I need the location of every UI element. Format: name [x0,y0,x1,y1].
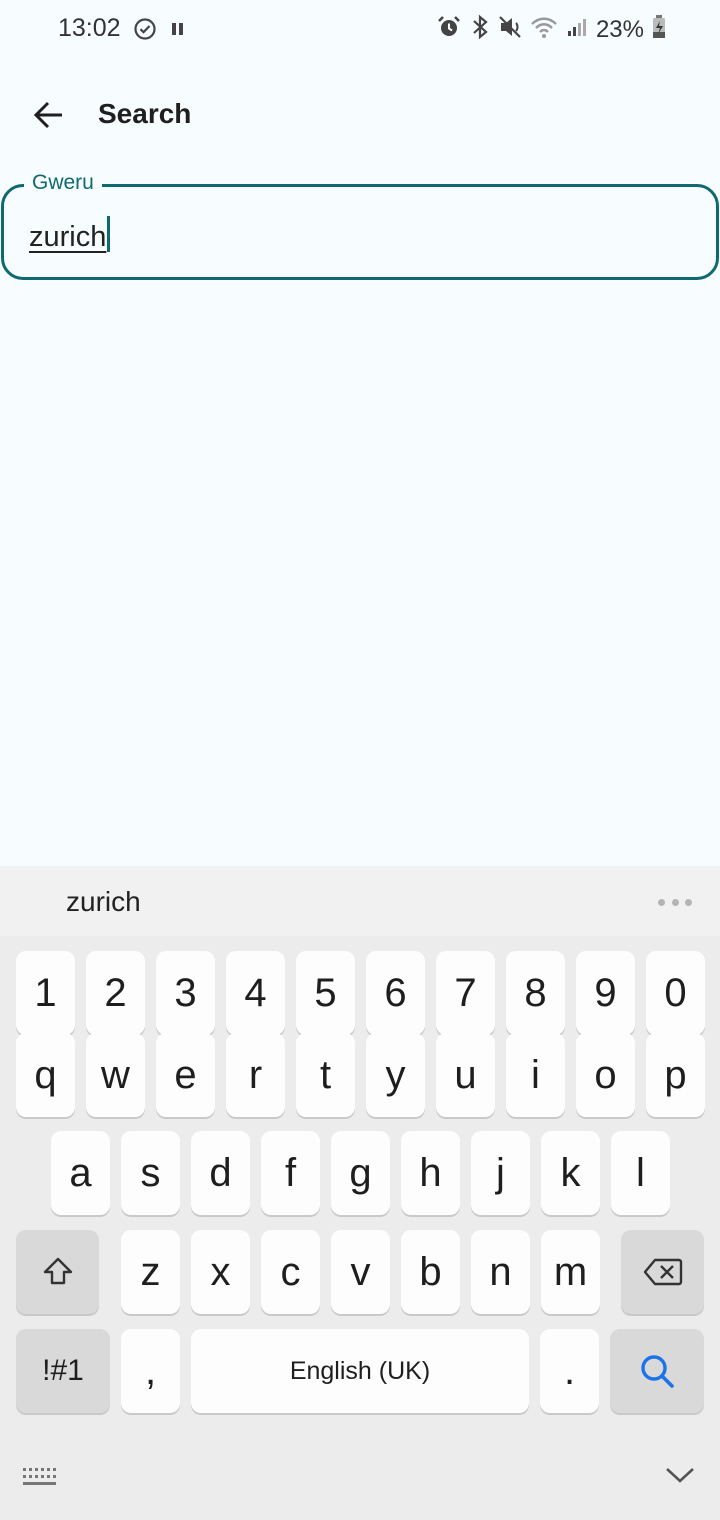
key-t[interactable]: t [296,1033,355,1117]
mute-icon [498,14,522,45]
battery-charging-icon [652,15,666,44]
key-z[interactable]: z [121,1230,180,1314]
key-q[interactable]: q [16,1033,75,1117]
key-6[interactable]: 6 [366,951,425,1035]
search-key[interactable] [610,1329,704,1413]
key-n[interactable]: n [471,1230,530,1314]
text-caret [107,216,111,252]
key-f[interactable]: f [261,1131,320,1215]
suggestion-word[interactable]: zurich [66,886,141,918]
wifi-icon [530,15,558,44]
bluetooth-icon [470,14,490,45]
alarm-icon [436,14,462,45]
key-8[interactable]: 8 [506,951,565,1035]
key-s[interactable]: s [121,1131,180,1215]
key-3[interactable]: 3 [156,951,215,1035]
key-e[interactable]: e [156,1033,215,1117]
key-l[interactable]: l [611,1131,670,1215]
on-screen-keyboard: zurich 1 2 3 4 5 6 7 8 9 0 q w e r t y u… [0,866,720,1520]
key-m[interactable]: m [541,1230,600,1314]
key-k[interactable]: k [541,1131,600,1215]
more-dots-icon[interactable] [658,890,692,914]
chevron-down-icon [666,1468,694,1483]
key-7[interactable]: 7 [436,951,495,1035]
period-key[interactable]: . [540,1329,599,1413]
key-u[interactable]: u [436,1033,495,1117]
key-j[interactable]: j [471,1131,530,1215]
symbols-key[interactable]: !#1 [16,1329,110,1413]
arrow-left-icon [33,101,62,129]
key-w[interactable]: w [86,1033,145,1117]
key-g[interactable]: g [331,1131,390,1215]
pause-icon [169,20,187,43]
app-bar: Search [0,72,720,156]
suggestion-bar: zurich [0,866,720,936]
key-o[interactable]: o [576,1033,635,1117]
keyboard-switch-button[interactable] [22,1466,56,1493]
space-key[interactable]: English (UK) [191,1329,529,1413]
key-9[interactable]: 9 [576,951,635,1035]
hide-keyboard-button[interactable] [664,1464,696,1491]
key-i[interactable]: i [506,1033,565,1117]
shift-key[interactable] [16,1230,99,1314]
key-a[interactable]: a [51,1131,110,1215]
key-0[interactable]: 0 [646,951,705,1035]
key-4[interactable]: 4 [226,951,285,1035]
search-input[interactable]: Gweru zurich [1,171,719,280]
check-circle-icon [133,17,157,46]
shift-icon [43,1257,72,1285]
comma-key[interactable]: , [121,1329,180,1413]
key-x[interactable]: x [191,1230,250,1314]
key-5[interactable]: 5 [296,951,355,1035]
key-v[interactable]: v [331,1230,390,1314]
key-p[interactable]: p [646,1033,705,1117]
key-c[interactable]: c [261,1230,320,1314]
key-d[interactable]: d [191,1131,250,1215]
key-2[interactable]: 2 [86,951,145,1035]
keyboard-icon [23,1468,56,1485]
status-bar: 13:02 23% [0,0,720,58]
back-button[interactable] [24,90,74,140]
key-y[interactable]: y [366,1033,425,1117]
signal-icon [566,16,588,43]
backspace-key[interactable] [621,1230,704,1314]
battery-percent: 23% [595,15,644,43]
key-1[interactable]: 1 [16,951,75,1035]
page-title: Search [98,98,192,129]
search-icon [641,1355,674,1388]
status-time: 13:02 [58,14,121,42]
key-h[interactable]: h [401,1131,460,1215]
backspace-icon [643,1258,682,1286]
key-b[interactable]: b [401,1230,460,1314]
key-r[interactable]: r [226,1033,285,1117]
search-input-label: Gweru [24,171,102,195]
search-input-value: zurich [29,221,107,253]
